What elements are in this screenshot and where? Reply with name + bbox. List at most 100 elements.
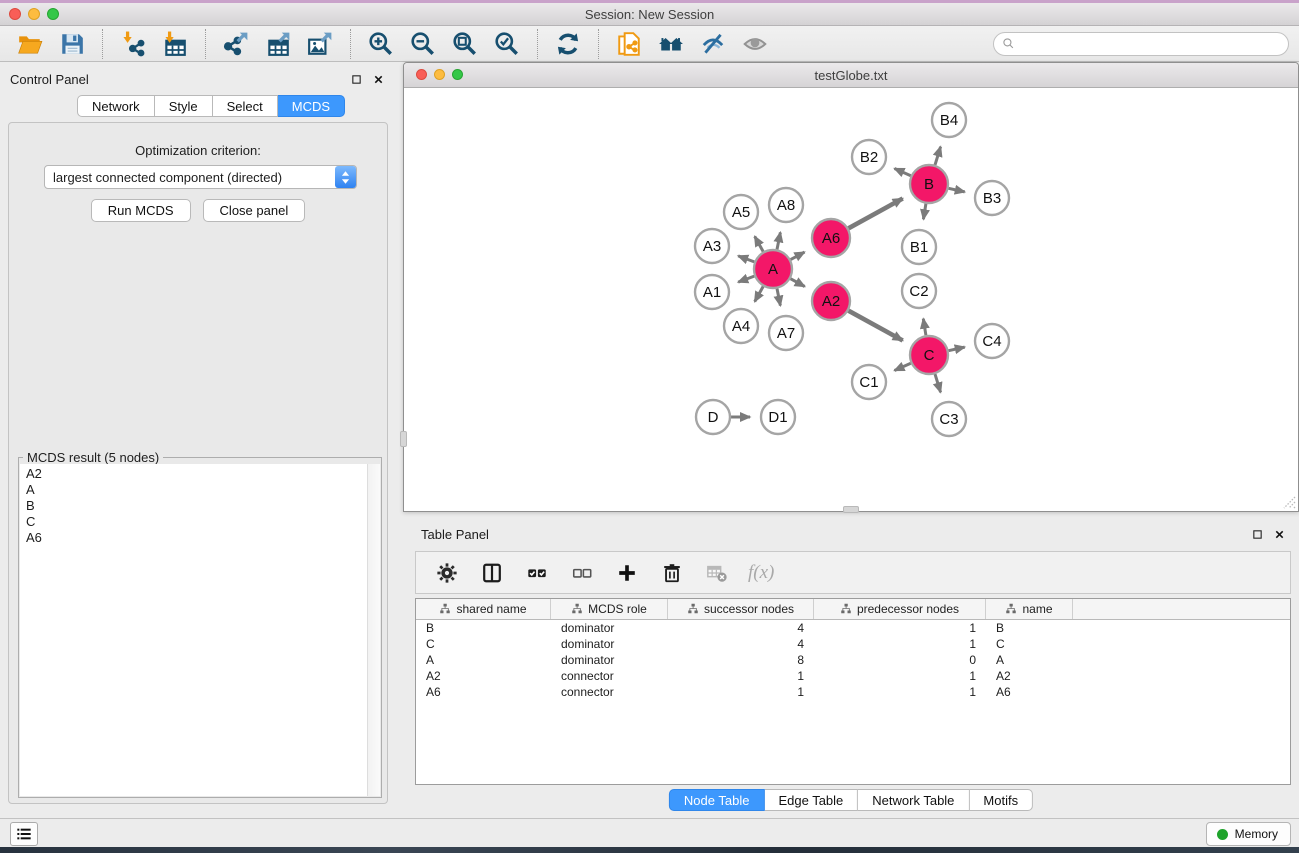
- mcds-result-item[interactable]: C: [20, 514, 367, 530]
- network-minimize-button[interactable]: [434, 69, 445, 80]
- edge-A-A3[interactable]: [738, 256, 754, 262]
- home-button[interactable]: [654, 29, 688, 59]
- column-header-predecessor-nodes[interactable]: predecessor nodes: [814, 599, 986, 619]
- node-B3[interactable]: B3: [975, 181, 1009, 215]
- node-A1[interactable]: A1: [695, 275, 729, 309]
- edge-C-C4[interactable]: [949, 347, 965, 351]
- edge-A2-C[interactable]: [849, 311, 903, 341]
- node-C2[interactable]: C2: [902, 274, 936, 308]
- mcds-result-item[interactable]: B: [20, 498, 367, 514]
- node-A8[interactable]: A8: [769, 188, 803, 222]
- float-table-panel-icon[interactable]: [1249, 526, 1265, 542]
- tab-style[interactable]: Style: [155, 95, 213, 117]
- node-B4[interactable]: B4: [932, 103, 966, 137]
- float-panel-icon[interactable]: [348, 71, 364, 87]
- optimization-criterion-dropdown[interactable]: largest connected component (directed): [44, 165, 357, 189]
- zoom-fit-button[interactable]: [448, 29, 482, 59]
- search-field[interactable]: [993, 32, 1289, 56]
- select-all-columns-button[interactable]: [523, 558, 551, 588]
- run-mcds-button[interactable]: Run MCDS: [91, 199, 191, 222]
- edge-A-A1[interactable]: [738, 276, 754, 282]
- node-A[interactable]: A: [754, 250, 792, 288]
- node-A5[interactable]: A5: [724, 195, 758, 229]
- table-row[interactable]: Adominator80A: [416, 652, 1290, 668]
- edge-B-B1[interactable]: [923, 204, 926, 220]
- mcds-result-item[interactable]: A: [20, 482, 367, 498]
- edge-A-A4[interactable]: [755, 286, 764, 301]
- node-A6[interactable]: A6: [812, 219, 850, 257]
- node-A2[interactable]: A2: [812, 282, 850, 320]
- mcds-result-item[interactable]: A2: [20, 466, 367, 482]
- node-D1[interactable]: D1: [761, 400, 795, 434]
- zoom-in-button[interactable]: [364, 29, 398, 59]
- edge-B-B4[interactable]: [935, 147, 941, 165]
- zoom-selected-button[interactable]: [490, 29, 524, 59]
- columns-button[interactable]: [478, 558, 506, 588]
- edge-C-C2[interactable]: [923, 319, 926, 336]
- table-row[interactable]: Cdominator41C: [416, 636, 1290, 652]
- edge-C-C1[interactable]: [895, 363, 911, 370]
- zoom-out-button[interactable]: [406, 29, 440, 59]
- deselect-all-columns-button[interactable]: [568, 558, 596, 588]
- edge-A-A5[interactable]: [755, 236, 764, 251]
- node-D[interactable]: D: [696, 400, 730, 434]
- network-canvas[interactable]: B4B2BB3A8A5A6A3B1AC2A1A2A4A7C4CC1C3DD1: [405, 88, 1297, 511]
- show-graphics-details-button[interactable]: [696, 29, 730, 59]
- vertical-divider-handle[interactable]: [400, 431, 407, 447]
- tab-network[interactable]: Network: [77, 95, 155, 117]
- node-A7[interactable]: A7: [769, 316, 803, 350]
- column-header-name[interactable]: name: [986, 599, 1073, 619]
- node-B1[interactable]: B1: [902, 230, 936, 264]
- horizontal-divider-handle[interactable]: [843, 506, 859, 513]
- result-list-scrollbar[interactable]: [367, 464, 380, 796]
- edge-C-C3[interactable]: [935, 374, 941, 392]
- import-table-button[interactable]: [158, 29, 192, 59]
- add-column-button[interactable]: [613, 558, 641, 588]
- table-row[interactable]: A6connector11A6: [416, 684, 1290, 700]
- mcds-result-item[interactable]: A6: [20, 530, 367, 546]
- node-C3[interactable]: C3: [932, 402, 966, 436]
- edge-A-A8[interactable]: [777, 232, 780, 249]
- edge-A-A7[interactable]: [777, 289, 780, 306]
- minimize-window-button[interactable]: [28, 8, 40, 20]
- tab-mcds[interactable]: MCDS: [278, 95, 345, 117]
- node-B[interactable]: B: [910, 165, 948, 203]
- close-table-panel-icon[interactable]: [1271, 526, 1287, 542]
- edge-A-A6[interactable]: [791, 252, 805, 260]
- export-image-button[interactable]: [303, 29, 337, 59]
- table-row[interactable]: Bdominator41B: [416, 620, 1290, 636]
- node-C4[interactable]: C4: [975, 324, 1009, 358]
- open-file-button[interactable]: [13, 29, 47, 59]
- export-table-button[interactable]: [261, 29, 295, 59]
- edge-B-B3[interactable]: [949, 188, 965, 192]
- network-window-titlebar[interactable]: testGlobe.txt: [404, 63, 1298, 88]
- column-header-MCDS-role[interactable]: MCDS role: [551, 599, 668, 619]
- export-network-button[interactable]: [219, 29, 253, 59]
- close-panel-icon[interactable]: [370, 71, 386, 87]
- edge-A-A2[interactable]: [791, 279, 805, 287]
- resize-grip-icon[interactable]: [1281, 494, 1296, 509]
- node-C[interactable]: C: [910, 336, 948, 374]
- search-input[interactable]: [1020, 36, 1280, 51]
- settings-gear-button[interactable]: [433, 558, 461, 588]
- tab-edge-table[interactable]: Edge Table: [764, 789, 858, 811]
- tab-select[interactable]: Select: [213, 95, 278, 117]
- delete-column-button[interactable]: [658, 558, 686, 588]
- import-network-button[interactable]: [116, 29, 150, 59]
- tab-motifs[interactable]: Motifs: [969, 789, 1033, 811]
- close-window-button[interactable]: [9, 8, 21, 20]
- refresh-button[interactable]: [551, 29, 585, 59]
- close-panel-button[interactable]: Close panel: [203, 199, 306, 222]
- node-A4[interactable]: A4: [724, 309, 758, 343]
- network-close-button[interactable]: [416, 69, 427, 80]
- tab-network-table[interactable]: Network Table: [858, 789, 969, 811]
- table-row[interactable]: A2connector11A2: [416, 668, 1290, 684]
- show-panels-button[interactable]: [10, 822, 38, 846]
- node-C1[interactable]: C1: [852, 365, 886, 399]
- edge-A6-B[interactable]: [849, 199, 903, 229]
- column-header-shared-name[interactable]: shared name: [416, 599, 551, 619]
- node-B2[interactable]: B2: [852, 140, 886, 174]
- maximize-window-button[interactable]: [47, 8, 59, 20]
- save-session-button[interactable]: [55, 29, 89, 59]
- column-header-successor-nodes[interactable]: successor nodes: [668, 599, 814, 619]
